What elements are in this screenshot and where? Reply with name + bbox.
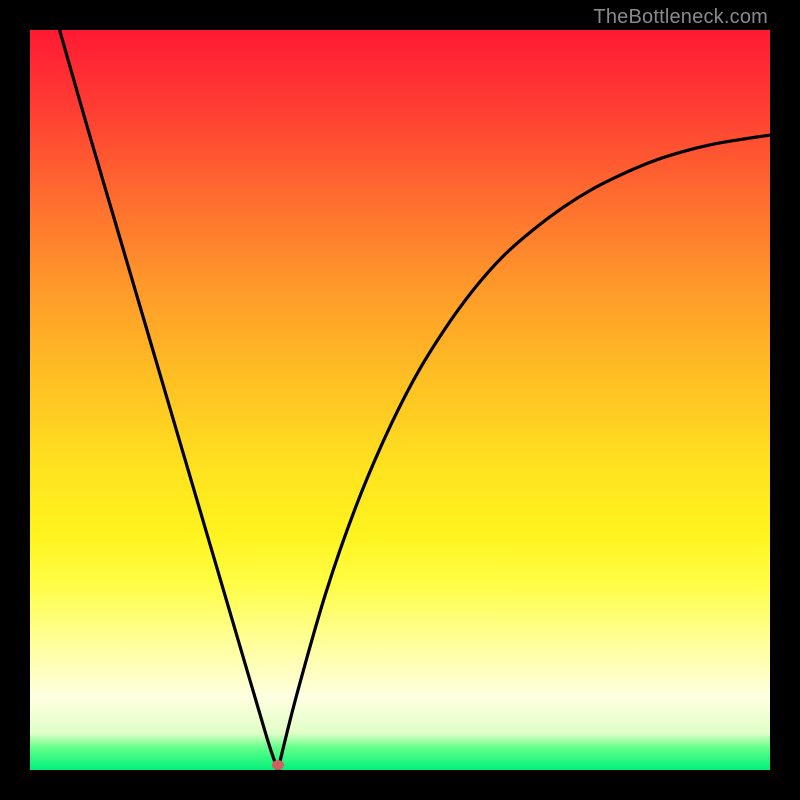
curve-right-segment [278,135,770,770]
chart-frame: TheBottleneck.com [0,0,800,800]
optimal-marker [272,760,284,770]
credit-text: TheBottleneck.com [593,6,768,29]
plot-area [30,30,770,770]
bottleneck-curve [30,30,770,770]
curve-left-segment [60,30,278,770]
